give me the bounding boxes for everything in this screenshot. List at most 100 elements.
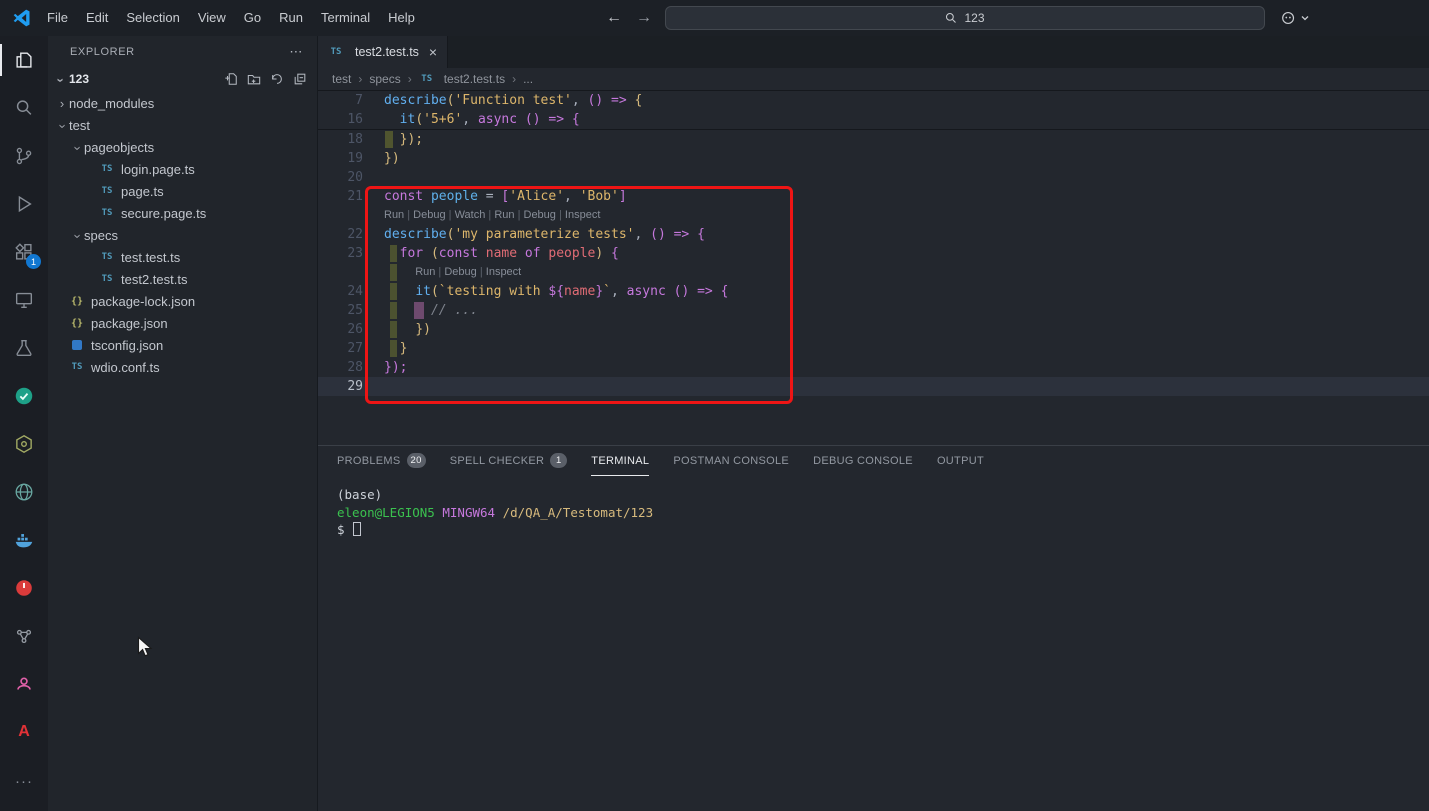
- menu-selection[interactable]: Selection: [117, 0, 188, 36]
- codelens-action-watch[interactable]: Watch: [455, 206, 486, 225]
- panel-tab-terminal[interactable]: TERMINAL: [591, 446, 649, 476]
- menu-terminal[interactable]: Terminal: [312, 0, 379, 36]
- codelens-action-inspect[interactable]: Inspect: [486, 263, 521, 282]
- project-root-row[interactable]: › 123: [48, 68, 317, 90]
- menu-run[interactable]: Run: [270, 0, 312, 36]
- activity-pink-extension[interactable]: [0, 660, 48, 708]
- tree-item-test[interactable]: ›test: [48, 114, 317, 136]
- menu-view[interactable]: View: [189, 0, 235, 36]
- activity-more[interactable]: ···: [0, 756, 48, 804]
- code-line[interactable]: 23 for (const name of people) {: [318, 244, 1429, 263]
- collapse-all-icon[interactable]: [293, 72, 307, 86]
- tree-item-test-test-ts[interactable]: TStest.test.ts: [48, 246, 317, 268]
- tree-item-login-page-ts[interactable]: TSlogin.page.ts: [48, 158, 317, 180]
- sidebar-more-icon[interactable]: ⋯: [289, 44, 303, 60]
- tree-item-secure-page-ts[interactable]: TSsecure.page.ts: [48, 202, 317, 224]
- line-number[interactable]: 19: [318, 149, 384, 168]
- line-number[interactable]: 23: [318, 244, 384, 263]
- activity-docker[interactable]: [0, 516, 48, 564]
- activity-red-extension[interactable]: [0, 564, 48, 612]
- codelens-action-debug[interactable]: Debug: [524, 206, 556, 225]
- activity-source-control[interactable]: [0, 132, 48, 180]
- codelens-action-debug[interactable]: Debug: [444, 263, 476, 282]
- codelens-action-run[interactable]: Run: [384, 206, 404, 225]
- breadcrumb-item-test[interactable]: test: [332, 72, 351, 86]
- code-line[interactable]: 27 }: [318, 339, 1429, 358]
- code-line[interactable]: 7describe('Function test', () => {: [318, 91, 1429, 110]
- line-number[interactable]: 20: [318, 168, 384, 187]
- code-line[interactable]: 25 // ...: [318, 301, 1429, 320]
- line-number[interactable]: 16: [318, 110, 384, 129]
- refresh-icon[interactable]: [270, 72, 284, 86]
- back-arrow-icon[interactable]: ←: [606, 9, 622, 27]
- panel-tab-output[interactable]: OUTPUT: [937, 446, 984, 476]
- new-folder-icon[interactable]: [247, 72, 261, 86]
- line-number[interactable]: 21: [318, 187, 384, 206]
- activity-check-extension[interactable]: [0, 372, 48, 420]
- panel-tab-postman-console[interactable]: POSTMAN CONSOLE: [673, 446, 789, 476]
- code-line[interactable]: 18 });: [318, 130, 1429, 149]
- codelens-action-debug[interactable]: Debug: [413, 206, 445, 225]
- activity-remote-explorer[interactable]: [0, 276, 48, 324]
- code-line[interactable]: 22describe('my parameterize tests', () =…: [318, 225, 1429, 244]
- line-number[interactable]: 18: [318, 130, 384, 149]
- panel-tab-debug-console[interactable]: DEBUG CONSOLE: [813, 446, 913, 476]
- breadcrumb-item-test2-test-ts[interactable]: TStest2.test.ts: [419, 72, 505, 86]
- codelens-action-run[interactable]: Run: [415, 263, 435, 282]
- activity-extensions[interactable]: 1: [0, 228, 48, 276]
- line-number[interactable]: 29: [318, 377, 384, 396]
- tree-item-tsconfig-json[interactable]: tsconfig.json: [48, 334, 317, 356]
- line-number[interactable]: 7: [318, 91, 384, 110]
- activity-search[interactable]: [0, 84, 48, 132]
- tree-item-pageobjects[interactable]: ›pageobjects: [48, 136, 317, 158]
- new-file-icon[interactable]: [224, 72, 238, 86]
- code-line[interactable]: 28});: [318, 358, 1429, 377]
- tree-item-package-lock-json[interactable]: {}package-lock.json: [48, 290, 317, 312]
- tree-item-test2-test-ts[interactable]: TStest2.test.ts: [48, 268, 317, 290]
- line-number[interactable]: 24: [318, 282, 384, 301]
- activity-testing[interactable]: [0, 324, 48, 372]
- line-number[interactable]: 28: [318, 358, 384, 377]
- code-line[interactable]: 29: [318, 377, 1429, 396]
- tree-item-specs[interactable]: ›specs: [48, 224, 317, 246]
- code-line[interactable]: 24 it(`testing with ${name}`, async () =…: [318, 282, 1429, 301]
- forward-arrow-icon[interactable]: →: [636, 9, 652, 27]
- codelens-row[interactable]: Run | Debug | Inspect: [318, 263, 1429, 282]
- codelens-action-inspect[interactable]: Inspect: [565, 206, 600, 225]
- codelens-action-run[interactable]: Run: [494, 206, 514, 225]
- codelens-row[interactable]: Run | Debug | Watch | Run | Debug | Insp…: [318, 206, 1429, 225]
- line-number[interactable]: [318, 263, 384, 282]
- close-icon[interactable]: ×: [429, 44, 437, 60]
- line-number[interactable]: 22: [318, 225, 384, 244]
- line-number[interactable]: [318, 206, 384, 225]
- code-line[interactable]: 21const people = ['Alice', 'Bob']: [318, 187, 1429, 206]
- menu-help[interactable]: Help: [379, 0, 424, 36]
- command-center-search[interactable]: 123: [665, 6, 1265, 30]
- activity-angular-extension[interactable]: A: [0, 708, 48, 756]
- tree-item-package-json[interactable]: {}package.json: [48, 312, 317, 334]
- activity-browser-extension[interactable]: [0, 468, 48, 516]
- code-line[interactable]: 16 it('5+6', async () => {: [318, 110, 1429, 129]
- terminal-view[interactable]: (base)eleon@LEGION5 MINGW64 /d/QA_A/Test…: [318, 476, 1429, 539]
- panel-tab-problems[interactable]: PROBLEMS20: [337, 446, 426, 476]
- menu-go[interactable]: Go: [235, 0, 270, 36]
- breadcrumb-item--[interactable]: ...: [523, 72, 533, 86]
- activity-molecule-extension[interactable]: [0, 612, 48, 660]
- code-line[interactable]: 19}): [318, 149, 1429, 168]
- line-number[interactable]: 25: [318, 301, 384, 320]
- editor-tab-test2-test-ts[interactable]: TS test2.test.ts ×: [318, 36, 448, 68]
- activity-explorer[interactable]: [0, 36, 48, 84]
- tree-item-wdio-conf-ts[interactable]: TSwdio.conf.ts: [48, 356, 317, 378]
- menu-file[interactable]: File: [38, 0, 77, 36]
- activity-hexagon-extension[interactable]: [0, 420, 48, 468]
- panel-tab-spell-checker[interactable]: SPELL CHECKER1: [450, 446, 568, 476]
- line-number[interactable]: 26: [318, 320, 384, 339]
- tree-item-page-ts[interactable]: TSpage.ts: [48, 180, 317, 202]
- assistant-icon[interactable]: [1280, 7, 1310, 29]
- code-line[interactable]: 26 }): [318, 320, 1429, 339]
- activity-run-debug[interactable]: [0, 180, 48, 228]
- line-number[interactable]: 27: [318, 339, 384, 358]
- menu-edit[interactable]: Edit: [77, 0, 117, 36]
- breadcrumb-item-specs[interactable]: specs: [369, 72, 400, 86]
- tree-item-node-modules[interactable]: ›node_modules: [48, 92, 317, 114]
